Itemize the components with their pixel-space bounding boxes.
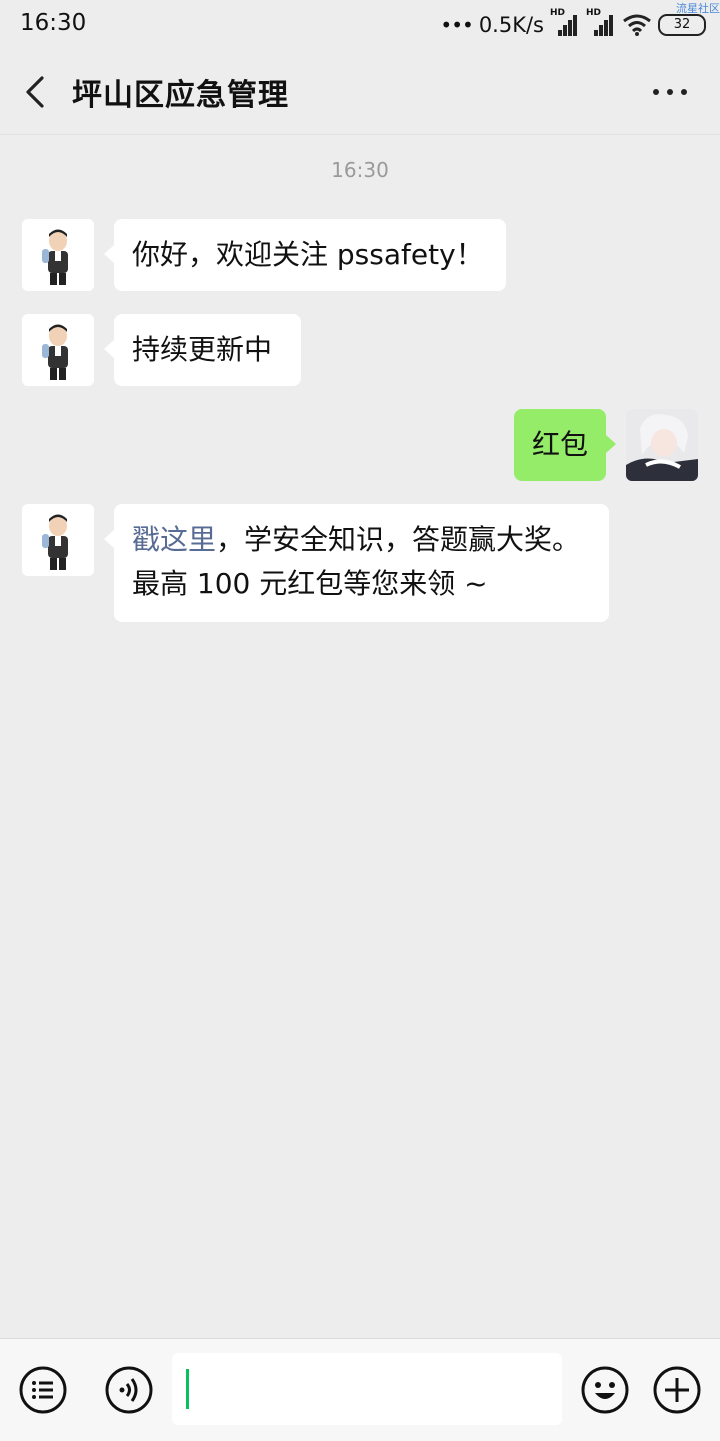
message-text: 红包 <box>532 428 589 461</box>
signal-hd-label: HD <box>586 8 602 18</box>
chevron-left-icon[interactable] <box>20 72 50 112</box>
message-bubble[interactable]: 戳这里，学安全知识，答题赢大奖。 最高 100 元红包等您来领 ~ <box>104 504 609 622</box>
message-bubble[interactable]: 你好，欢迎关注 pssafety！ <box>104 219 506 291</box>
anime-character-avatar-icon <box>626 409 698 481</box>
quiz-link[interactable]: 戳这里 <box>132 523 216 556</box>
plus-icon[interactable] <box>652 1365 702 1415</box>
official-account-avatar[interactable] <box>22 314 94 386</box>
status-right: ••• 0.5K/s HD HD 32 <box>440 8 706 42</box>
message-text: ，学安全知识，答题赢大奖。 <box>216 523 581 556</box>
officer-figure-icon <box>22 314 94 386</box>
more-dots-icon[interactable] <box>650 82 690 102</box>
status-time: 16:30 <box>20 10 87 36</box>
network-speed: 0.5K/s <box>478 13 544 37</box>
wifi-icon <box>622 13 652 37</box>
status-bar: 16:30 流星社区 ••• 0.5K/s HD HD 32 <box>0 0 720 50</box>
message-bubble[interactable]: 持续更新中 <box>104 314 301 386</box>
battery-icon: 32 <box>658 14 706 36</box>
message-line-1: 戳这里，学安全知识，答题赢大奖。 <box>132 518 591 562</box>
message-text: 你好，欢迎关注 pssafety！ <box>132 238 484 271</box>
input-bar <box>0 1338 720 1441</box>
official-account-avatar[interactable] <box>22 219 94 291</box>
signal-hd-icon: HD <box>550 8 580 38</box>
message-input[interactable] <box>172 1353 562 1425</box>
message-line-2: 最高 100 元红包等您来领 ~ <box>132 567 488 600</box>
voice-icon[interactable] <box>104 1365 154 1415</box>
officer-figure-icon <box>22 219 94 291</box>
page-title: 坪山区应急管理 <box>72 78 289 113</box>
message-text: 持续更新中 <box>132 333 273 366</box>
officer-figure-icon <box>22 504 94 576</box>
emoji-icon[interactable] <box>580 1365 630 1415</box>
user-avatar[interactable] <box>626 409 698 481</box>
official-account-avatar[interactable] <box>22 504 94 576</box>
message-bubble-self[interactable]: 红包 <box>514 409 616 481</box>
text-caret <box>186 1369 189 1409</box>
dots-icon: ••• <box>440 13 473 37</box>
menu-list-icon[interactable] <box>18 1365 68 1415</box>
signal-hd-icon: HD <box>586 8 616 38</box>
chat-timestamp: 16:30 <box>331 158 389 182</box>
signal-hd-label: HD <box>550 8 566 18</box>
chat-header: 坪山区应急管理 <box>0 50 720 135</box>
